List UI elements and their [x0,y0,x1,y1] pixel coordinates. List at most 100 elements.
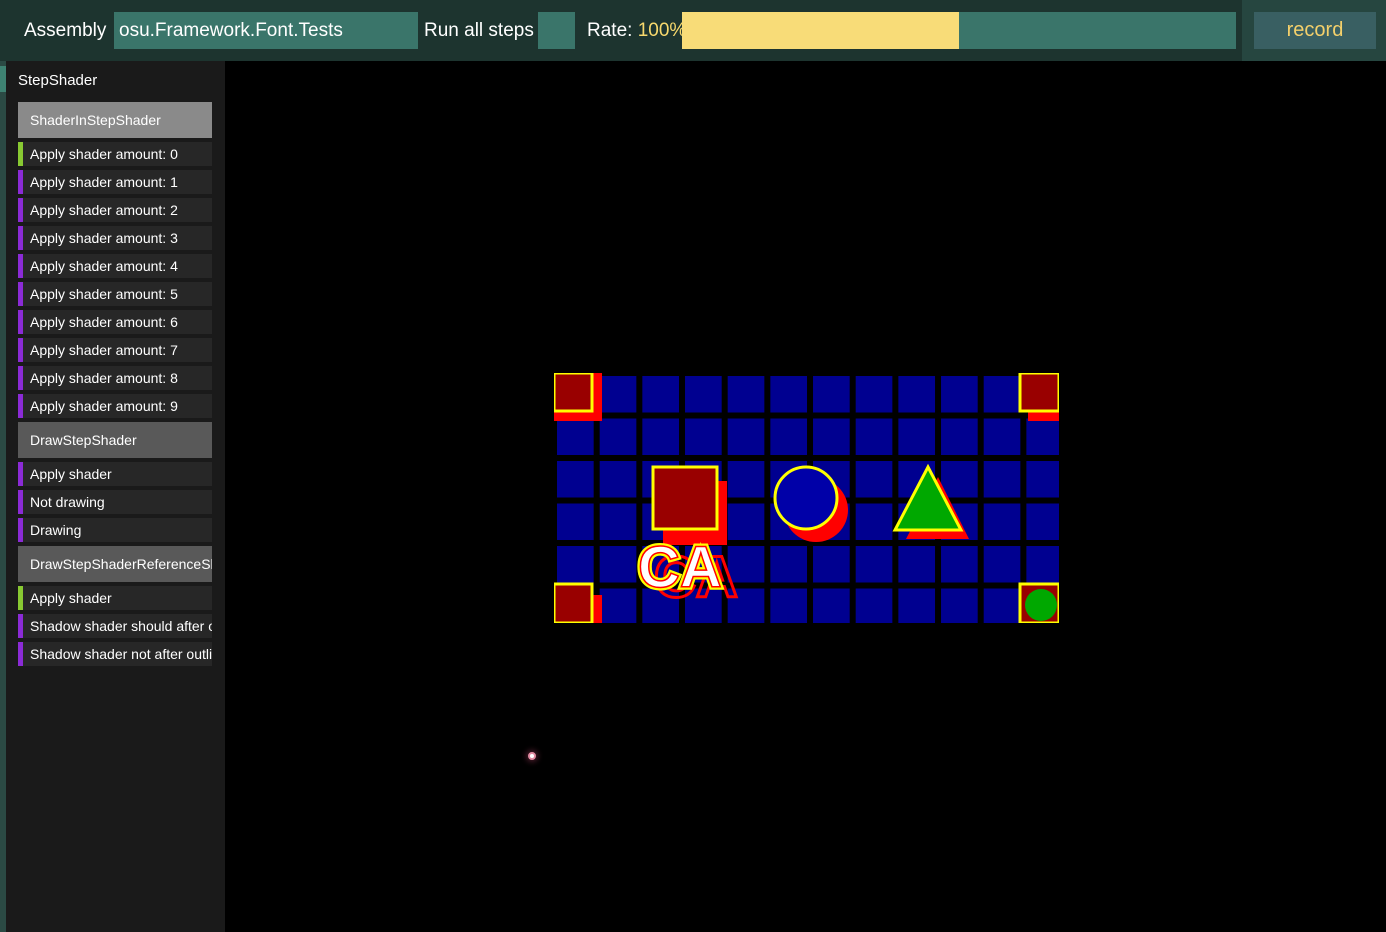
grid-cell [599,418,637,455]
test-group-header[interactable]: DrawStepShader [18,422,212,458]
test-step[interactable]: Apply shader amount: 1 [18,170,212,194]
test-step[interactable]: Apply shader amount: 8 [18,366,212,390]
grid-cell [855,546,893,583]
test-step[interactable]: Apply shader amount: 4 [18,254,212,278]
grid-cell [727,461,765,498]
test-step[interactable]: Apply shader amount: 7 [18,338,212,362]
step-status-indicator [18,462,23,486]
grid-cell [983,461,1021,498]
step-status-indicator [18,614,23,638]
grid-cell [599,588,637,623]
grid-cell [642,418,680,455]
sidebar-scroll-thumb[interactable] [0,66,6,92]
test-step[interactable]: Drawing [18,518,212,542]
record-area: record [1242,0,1386,61]
grid-cell [898,376,936,413]
scene-title: StepShader [18,72,98,89]
grid-cell [642,376,680,413]
grid-cell [813,418,850,455]
test-step-label: Apply shader amount: 8 [30,370,178,386]
test-step-label: Apply shader amount: 1 [30,174,178,190]
grid-cell [770,588,808,623]
test-step[interactable]: Apply shader amount: 2 [18,198,212,222]
test-step-label: Shadow shader should after outline shade… [30,618,212,634]
grid-cell [599,503,637,540]
test-browser-window: Assembly Run all steps Rate: 100% record… [0,0,1386,932]
test-step-label: Drawing [30,522,82,538]
grid-cell [983,588,1021,623]
grid-cell [727,503,765,540]
test-step[interactable]: Apply shader amount: 9 [18,394,212,418]
grid-cell [855,376,893,413]
step-status-indicator [18,518,23,542]
grid-cell [855,461,893,498]
corner-square [554,582,594,623]
grid-cell [855,418,893,455]
grid-cell [898,546,936,583]
test-step[interactable]: Apply shader amount: 0 [18,142,212,166]
step-status-indicator [18,338,23,362]
test-step-label: Apply shader [30,466,112,482]
test-step[interactable]: Not drawing [18,490,212,514]
test-step[interactable]: Apply shader [18,586,212,610]
step-status-indicator [18,366,23,390]
grid-cell [941,588,978,623]
test-step[interactable]: Apply shader amount: 3 [18,226,212,250]
test-step-label: Apply shader [30,590,112,606]
grid-cell [727,418,765,455]
test-step[interactable]: Apply shader [18,462,212,486]
grid-cell [941,461,978,498]
grid-cell [770,418,808,455]
step-status-indicator [18,642,23,666]
test-group-header[interactable]: DrawStepShaderReferenceShader [18,546,212,582]
grid-cell [557,461,594,498]
test-step[interactable]: Apply shader amount: 5 [18,282,212,306]
mouse-cursor [528,752,536,760]
grid-cell [983,418,1021,455]
test-step-label: Apply shader amount: 0 [30,146,178,162]
toolbar: Assembly Run all steps Rate: 100% record [0,0,1386,61]
test-step-label: Apply shader amount: 5 [30,286,178,302]
rate-slider-fill [682,12,959,49]
test-step[interactable]: Shadow shader should after outline shade… [18,614,212,638]
step-status-indicator [18,310,23,334]
grid-cell [898,588,936,623]
grid-cell [813,588,850,623]
test-step-label: Apply shader amount: 3 [30,230,178,246]
step-status-indicator [18,586,23,610]
grid-cell [941,546,978,583]
rate-value: 100% [637,20,687,41]
assembly-input[interactable] [114,12,418,49]
step-list: ShaderInStepShader Apply shader amount: 0… [18,102,212,670]
grid-cell [898,418,936,455]
grid-cell [1026,503,1059,540]
step-status-indicator [18,254,23,278]
run-all-steps-checkbox[interactable] [538,12,575,49]
record-button[interactable]: record [1254,12,1376,49]
test-step[interactable]: Shadow shader not after outline shader [18,642,212,666]
grid-cell [1026,461,1059,498]
rate-label-text: Rate: [587,20,633,41]
test-step-label: Apply shader amount: 2 [30,202,178,218]
run-all-steps-label: Run all steps [424,20,534,41]
grid-cell [855,503,893,540]
sidebar-scrollbar[interactable] [0,61,6,932]
test-step-label: Apply shader amount: 9 [30,398,178,414]
square-shape [651,465,719,531]
grid-cell [557,418,594,455]
grid-cell [770,376,808,413]
rate-slider[interactable] [682,12,1236,49]
grid-cell [685,418,722,455]
test-group-header[interactable]: ShaderInStepShader [18,102,212,138]
grid-cell [813,376,850,413]
step-status-indicator [18,170,23,194]
test-step[interactable]: Apply shader amount: 6 [18,310,212,334]
grid-cell [770,546,808,583]
grid-cell [941,376,978,413]
grid-cell [599,461,637,498]
test-step-label: Apply shader amount: 7 [30,342,178,358]
corner-circle [1025,589,1057,621]
scene-text-inner-outline: CA [638,535,722,600]
step-status-indicator [18,226,23,250]
grid-cell [685,376,722,413]
